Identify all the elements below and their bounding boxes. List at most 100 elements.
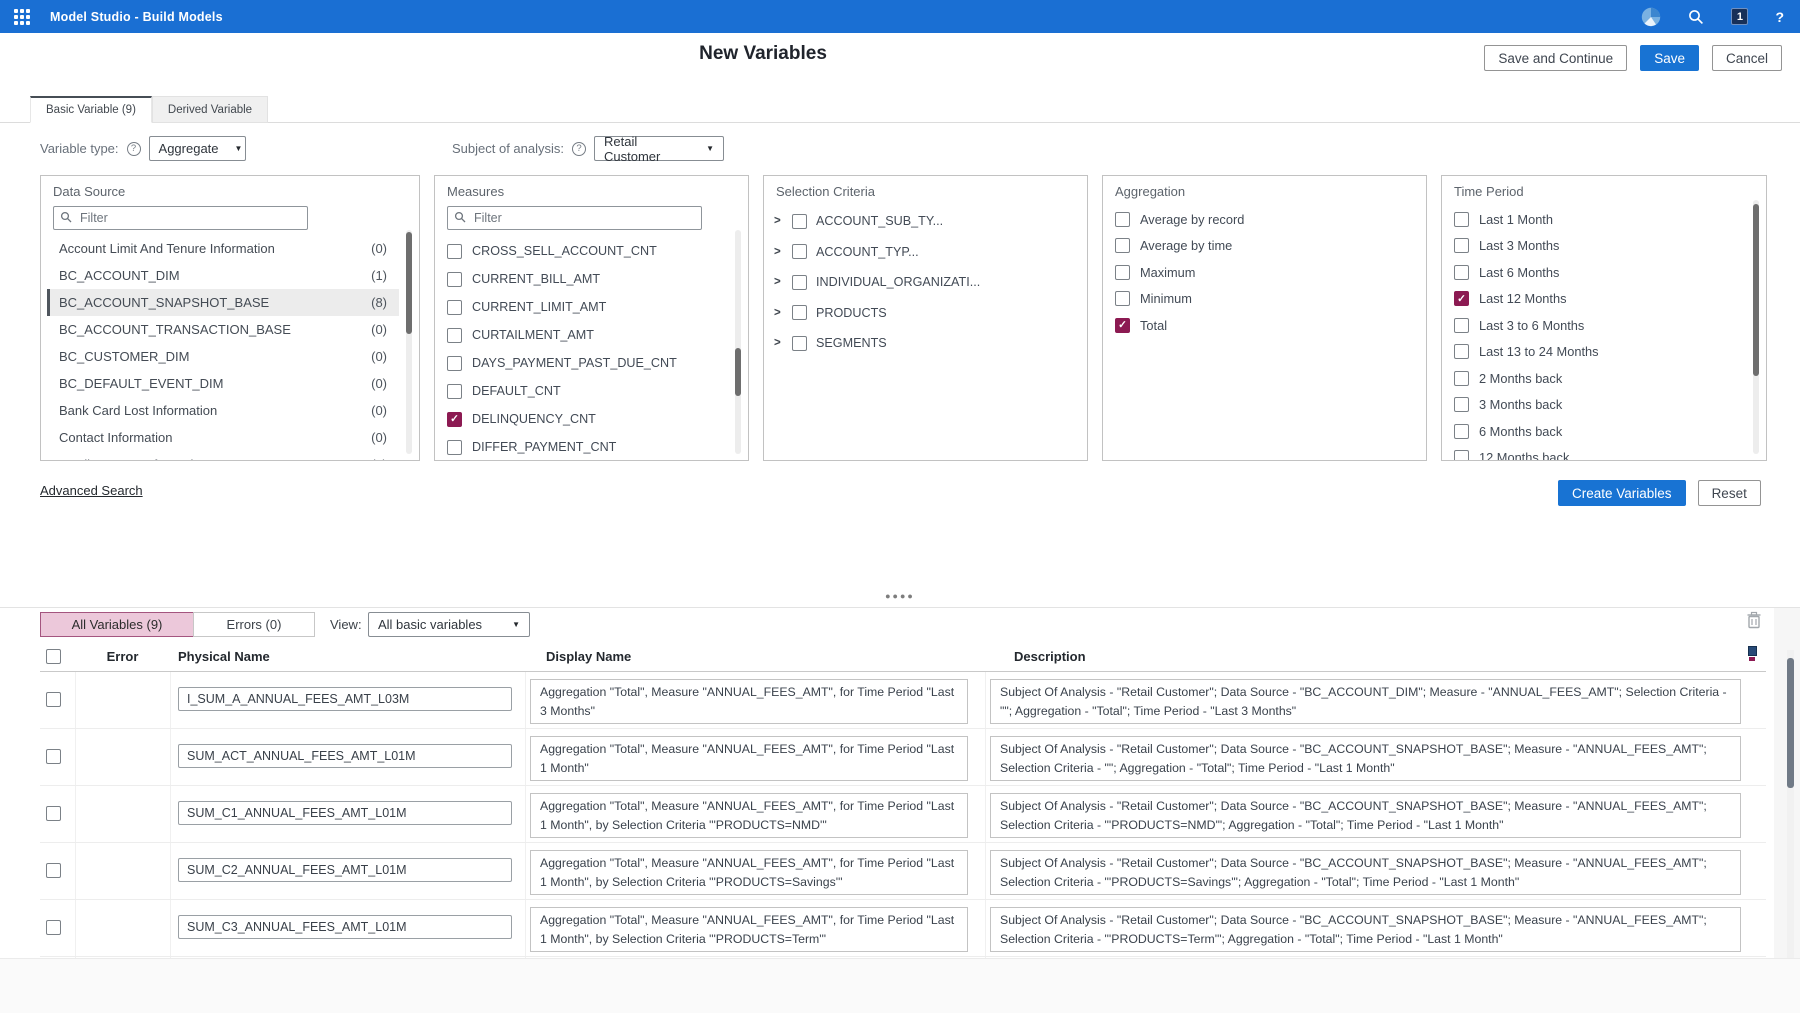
measures-filter-input[interactable]: [447, 206, 702, 230]
physical-name-input[interactable]: [178, 801, 512, 825]
time-period-item[interactable]: Last 13 to 24 Months: [1454, 339, 1766, 366]
variable-type-select[interactable]: Aggregate▼: [149, 136, 246, 161]
tab-derived-variable[interactable]: Derived Variable: [152, 96, 268, 123]
measure-item[interactable]: CROSS_SELL_ACCOUNT_CNT: [447, 237, 748, 265]
measure-item[interactable]: DELINQUENCY_CNT: [447, 405, 748, 433]
data-source-item[interactable]: BC_CUSTOMER_DIM (0): [47, 343, 399, 370]
help-icon[interactable]: ?: [1775, 9, 1784, 25]
time-period-checkbox[interactable]: [1454, 371, 1469, 386]
measure-checkbox[interactable]: [447, 272, 462, 287]
aggregation-checkbox[interactable]: [1115, 318, 1130, 333]
display-name-cell[interactable]: Aggregation "Total", Measure "ANNUAL_FEE…: [530, 793, 968, 838]
row-checkbox[interactable]: [46, 806, 61, 821]
description-cell[interactable]: Subject Of Analysis - "Retail Customer";…: [990, 736, 1741, 781]
time-period-item[interactable]: 6 Months back: [1454, 418, 1766, 445]
aggregation-item[interactable]: Average by record: [1115, 206, 1426, 233]
table-scrollbar[interactable]: [1787, 650, 1794, 958]
row-checkbox[interactable]: [46, 863, 61, 878]
description-cell[interactable]: Subject Of Analysis - "Retail Customer";…: [990, 850, 1741, 895]
time-period-checkbox[interactable]: [1454, 265, 1469, 280]
time-period-item[interactable]: 2 Months back: [1454, 365, 1766, 392]
data-source-item[interactable]: BC_ACCOUNT_TRANSACTION_BASE (0): [47, 316, 399, 343]
selection-criteria-item[interactable]: > PRODUCTS: [774, 298, 1087, 329]
time-period-checkbox[interactable]: [1454, 238, 1469, 253]
aggregation-item[interactable]: Total: [1115, 312, 1426, 339]
measure-item[interactable]: DEFAULT_CNT: [447, 377, 748, 405]
measure-checkbox[interactable]: [447, 300, 462, 315]
measure-checkbox[interactable]: [447, 244, 462, 259]
measure-checkbox[interactable]: [447, 328, 462, 343]
measure-checkbox[interactable]: [447, 412, 462, 427]
selection-criteria-item[interactable]: > ACCOUNT_SUB_TY...: [774, 206, 1087, 237]
time-period-checkbox[interactable]: [1454, 318, 1469, 333]
data-source-item[interactable]: BC_ACCOUNT_SNAPSHOT_BASE (8): [47, 289, 399, 316]
data-source-item[interactable]: Account Limit And Tenure Information (0): [47, 235, 399, 262]
selection-criteria-checkbox[interactable]: [792, 336, 807, 351]
display-name-cell[interactable]: Aggregation "Total", Measure "ANNUAL_FEE…: [530, 679, 968, 724]
cancel-button[interactable]: Cancel: [1712, 45, 1782, 71]
time-period-item[interactable]: Last 12 Months: [1454, 286, 1766, 313]
data-source-item[interactable]: Contact Information (0): [47, 424, 399, 451]
aggregation-item[interactable]: Minimum: [1115, 286, 1426, 313]
measure-item[interactable]: CURRENT_LIMIT_AMT: [447, 293, 748, 321]
aggregation-checkbox[interactable]: [1115, 265, 1130, 280]
row-checkbox[interactable]: [46, 920, 61, 935]
time-period-checkbox[interactable]: [1454, 344, 1469, 359]
expand-chevron-icon[interactable]: >: [774, 337, 783, 349]
data-source-filter-input[interactable]: [53, 206, 308, 230]
app-switcher-icon[interactable]: [14, 9, 30, 25]
reset-button[interactable]: Reset: [1698, 480, 1761, 506]
description-cell[interactable]: Subject Of Analysis - "Retail Customer";…: [990, 907, 1741, 952]
measures-scrollbar[interactable]: [735, 230, 741, 454]
product-logo-icon[interactable]: [1641, 7, 1661, 27]
subject-help-icon[interactable]: ?: [572, 142, 586, 156]
advanced-search-link[interactable]: Advanced Search: [40, 483, 143, 498]
expand-chevron-icon[interactable]: >: [774, 215, 783, 227]
row-checkbox[interactable]: [46, 692, 61, 707]
selection-criteria-checkbox[interactable]: [792, 244, 807, 259]
time-period-item[interactable]: Last 3 to 6 Months: [1454, 312, 1766, 339]
description-cell[interactable]: Subject Of Analysis - "Retail Customer";…: [990, 679, 1741, 724]
physical-name-input[interactable]: [178, 744, 512, 768]
measure-checkbox[interactable]: [447, 384, 462, 399]
time-period-item[interactable]: Last 1 Month: [1454, 206, 1766, 233]
save-button[interactable]: Save: [1640, 45, 1699, 71]
data-source-item[interactable]: BC_ACCOUNT_DIM (1): [47, 262, 399, 289]
select-all-checkbox[interactable]: [46, 649, 61, 664]
description-cell[interactable]: Subject Of Analysis - "Retail Customer";…: [990, 793, 1741, 838]
selection-criteria-item[interactable]: > SEGMENTS: [774, 328, 1087, 359]
row-checkbox[interactable]: [46, 749, 61, 764]
all-variables-tab[interactable]: All Variables (9): [40, 612, 194, 637]
selection-criteria-checkbox[interactable]: [792, 214, 807, 229]
measure-item[interactable]: DAYS_PAYMENT_PAST_DUE_CNT: [447, 349, 748, 377]
create-variables-button[interactable]: Create Variables: [1558, 480, 1686, 506]
time-period-checkbox[interactable]: [1454, 424, 1469, 439]
selection-criteria-checkbox[interactable]: [792, 305, 807, 320]
selection-criteria-checkbox[interactable]: [792, 275, 807, 290]
variable-type-help-icon[interactable]: ?: [127, 142, 141, 156]
data-source-item[interactable]: Credit Bureau Information (0): [47, 451, 399, 461]
time-period-scrollbar[interactable]: [1753, 200, 1759, 454]
physical-name-input[interactable]: [178, 915, 512, 939]
time-period-item[interactable]: Last 3 Months: [1454, 233, 1766, 260]
display-name-cell[interactable]: Aggregation "Total", Measure "ANNUAL_FEE…: [530, 850, 968, 895]
selection-criteria-item[interactable]: > ACCOUNT_TYP...: [774, 237, 1087, 268]
view-select[interactable]: All basic variables▼: [368, 612, 530, 637]
time-period-item[interactable]: 3 Months back: [1454, 392, 1766, 419]
data-source-scrollbar[interactable]: [406, 230, 412, 454]
physical-name-input[interactable]: [178, 858, 512, 882]
expand-chevron-icon[interactable]: >: [774, 246, 783, 258]
expand-chevron-icon[interactable]: >: [774, 276, 783, 288]
time-period-checkbox[interactable]: [1454, 450, 1469, 461]
notification-badge[interactable]: 1: [1731, 8, 1748, 25]
aggregation-item[interactable]: Average by time: [1115, 233, 1426, 260]
selection-criteria-item[interactable]: > INDIVIDUAL_ORGANIZATI...: [774, 267, 1087, 298]
time-period-checkbox[interactable]: [1454, 212, 1469, 227]
aggregation-item[interactable]: Maximum: [1115, 259, 1426, 286]
subject-of-analysis-select[interactable]: Retail Customer▼: [594, 136, 724, 161]
measure-item[interactable]: CURRENT_BILL_AMT: [447, 265, 748, 293]
splitter-handle[interactable]: ●●●●: [885, 591, 915, 601]
measure-item[interactable]: DIFFER_PAYMENT_CNT: [447, 433, 748, 461]
display-name-cell[interactable]: Aggregation "Total", Measure "ANNUAL_FEE…: [530, 907, 968, 952]
tab-basic-variable[interactable]: Basic Variable (9): [30, 96, 152, 123]
